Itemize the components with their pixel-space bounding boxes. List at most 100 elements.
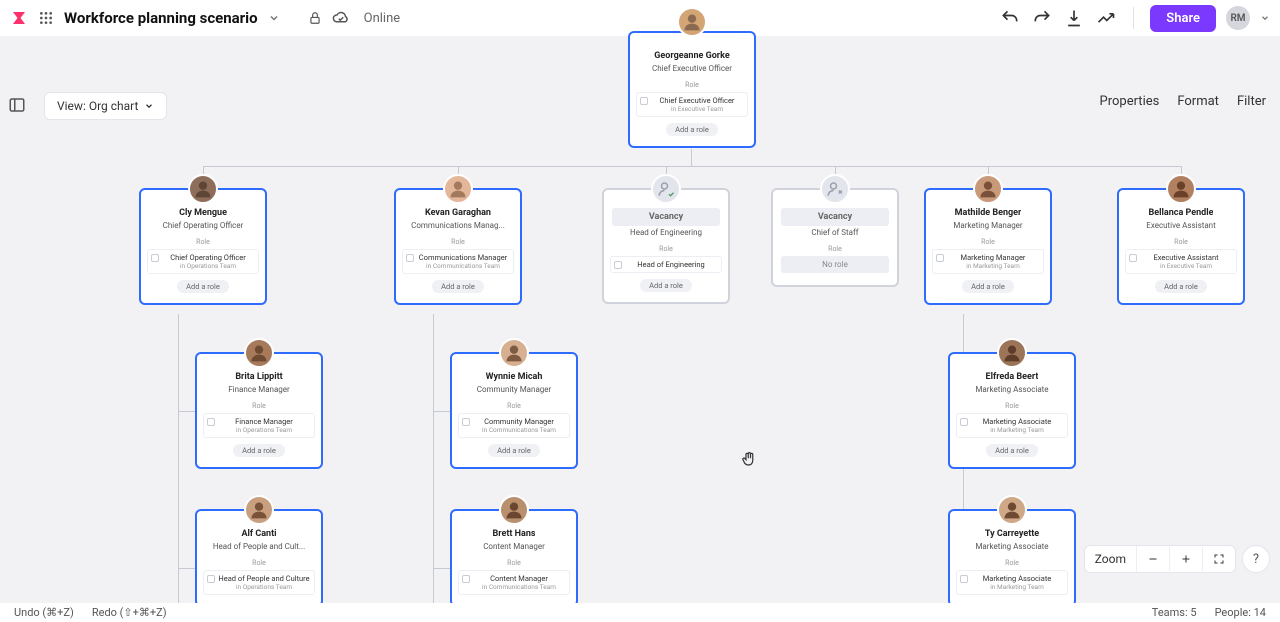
role-checkbox[interactable]	[462, 575, 470, 583]
filter-tab[interactable]: Filter	[1237, 94, 1266, 109]
vacancy-avatar-icon	[651, 174, 681, 204]
person-title: Head of Engineering	[630, 228, 702, 237]
role-checkbox[interactable]	[207, 575, 215, 583]
add-role-button[interactable]: Add a role	[640, 279, 692, 292]
org-chart-canvas[interactable]: View: Org chart Properties Format Filter…	[0, 36, 1280, 603]
role-heading: Role	[252, 559, 266, 567]
person-title: Community Manager	[477, 385, 552, 394]
role-item[interactable]: Marketing Associate in Marketing Team	[956, 413, 1068, 438]
person-card-cly[interactable]: Cly Mengue Chief Operating Officer Role …	[139, 188, 267, 305]
role-name: Content Manager	[473, 574, 565, 583]
role-checkbox[interactable]	[960, 575, 968, 583]
role-item[interactable]: Communications Manager in Communications…	[402, 249, 514, 274]
avatar	[1166, 174, 1196, 204]
role-team: in Executive Team	[651, 105, 743, 113]
person-card-brett[interactable]: Brett Hans Content Manager Role Content …	[450, 509, 578, 607]
add-role-button[interactable]: Add a role	[488, 444, 540, 457]
role-checkbox[interactable]	[960, 418, 968, 426]
person-card-brita[interactable]: Brita Lippitt Finance Manager Role Finan…	[195, 352, 323, 469]
person-name: Alf Canti	[241, 529, 276, 539]
properties-tab[interactable]: Properties	[1100, 94, 1160, 109]
vacancy-label: Vacancy	[612, 212, 720, 222]
role-checkbox[interactable]	[406, 254, 414, 262]
connector	[203, 166, 1181, 167]
person-card-georgeanne[interactable]: Georgeanne Gorke Chief Executive Officer…	[628, 31, 756, 148]
vacancy-card-chief-of-staff[interactable]: Vacancy Chief of Staff Role No role	[771, 188, 899, 287]
share-button[interactable]: Share	[1150, 5, 1216, 32]
help-button[interactable]: ?	[1242, 545, 1270, 573]
person-title: Chief of Staff	[811, 228, 858, 237]
add-role-button[interactable]: Add a role	[233, 444, 285, 457]
person-card-wynnie[interactable]: Wynnie Micah Community Manager Role Comm…	[450, 352, 578, 469]
connector	[691, 149, 692, 166]
person-card-kevan[interactable]: Kevan Garaghan Communications Manag... R…	[394, 188, 522, 305]
zoom-out-button[interactable]	[1137, 547, 1170, 571]
document-title[interactable]: Workforce planning scenario	[64, 9, 258, 27]
role-item[interactable]: Finance Manager in Operations Team	[203, 413, 315, 438]
role-item[interactable]: Marketing Manager in Marketing Team	[932, 249, 1044, 274]
role-item[interactable]: Head of Engineering	[610, 256, 722, 273]
download-button[interactable]	[1063, 7, 1085, 29]
role-heading: Role	[1005, 402, 1019, 410]
person-card-bellanca[interactable]: Bellanca Pendle Executive Assistant Role…	[1117, 188, 1245, 305]
role-checkbox[interactable]	[207, 418, 215, 426]
user-avatar[interactable]: RM	[1226, 6, 1250, 30]
user-menu-chevron-icon[interactable]	[1260, 13, 1270, 23]
vacancy-avatar-icon	[820, 174, 850, 204]
role-item[interactable]: Marketing Associate in Marketing Team	[956, 570, 1068, 595]
person-card-ty[interactable]: Ty Carreyette Marketing Associate Role M…	[948, 509, 1076, 607]
role-team: in Marketing Team	[947, 262, 1039, 270]
chevron-down-icon	[144, 101, 154, 111]
trend-icon[interactable]	[1095, 7, 1117, 29]
chevron-down-icon[interactable]	[268, 12, 280, 24]
person-card-mathilde[interactable]: Mathilde Benger Marketing Manager Role M…	[924, 188, 1052, 305]
role-name: Community Manager	[473, 417, 565, 426]
role-item[interactable]: Chief Executive Officer in Executive Tea…	[636, 92, 748, 117]
undo-hint: Undo (⌘+Z)	[14, 606, 74, 619]
add-role-button[interactable]: Add a role	[962, 280, 1014, 293]
role-item[interactable]: Community Manager in Communications Team	[458, 413, 570, 438]
zoom-label[interactable]: Zoom	[1085, 546, 1137, 572]
role-checkbox[interactable]	[614, 261, 622, 269]
role-item[interactable]: Content Manager in Communications Team	[458, 570, 570, 595]
redo-button[interactable]	[1031, 7, 1053, 29]
fullscreen-button[interactable]	[1203, 547, 1235, 571]
role-team: in Operations Team	[218, 583, 310, 591]
role-heading: Role	[1005, 559, 1019, 567]
add-role-button[interactable]: Add a role	[177, 280, 229, 293]
role-heading: Role	[507, 402, 521, 410]
apps-grid-icon[interactable]	[38, 10, 54, 26]
status-bar: Undo (⌘+Z) Redo (⇧+⌘+Z) Teams: 5 People:…	[0, 603, 1280, 622]
add-role-button[interactable]: Add a role	[1155, 280, 1207, 293]
lock-icon[interactable]	[308, 11, 322, 25]
person-name: Bellanca Pendle	[1149, 208, 1214, 218]
undo-button[interactable]	[999, 7, 1021, 29]
view-selector[interactable]: View: Org chart	[44, 92, 167, 120]
vacancy-card-engineering[interactable]: Vacancy Head of Engineering Role Head of…	[602, 188, 730, 304]
add-role-button[interactable]: Add a role	[666, 123, 718, 136]
role-checkbox[interactable]	[1129, 254, 1137, 262]
role-name: Chief Executive Officer	[651, 96, 743, 105]
role-team: in Operations Team	[162, 262, 254, 270]
format-tab[interactable]: Format	[1177, 94, 1219, 109]
role-item[interactable]: Chief Operating Officer in Operations Te…	[147, 249, 259, 274]
role-checkbox[interactable]	[462, 418, 470, 426]
role-item[interactable]: Executive Assistant in Executive Team	[1125, 249, 1237, 274]
role-checkbox[interactable]	[151, 254, 159, 262]
add-role-button[interactable]: Add a role	[432, 280, 484, 293]
person-title: Head of People and Cult...	[213, 542, 305, 551]
avatar	[244, 338, 274, 368]
toggle-sidebar-button[interactable]	[8, 96, 28, 116]
role-checkbox[interactable]	[640, 97, 648, 105]
role-item[interactable]: Head of People and Culture in Operations…	[203, 570, 315, 595]
person-title: Chief Executive Officer	[652, 64, 732, 73]
person-card-alf[interactable]: Alf Canti Head of People and Cult... Rol…	[195, 509, 323, 607]
person-name: Ty Carreyette	[985, 529, 1039, 539]
person-title: Communications Manag...	[411, 221, 505, 230]
avatar	[188, 174, 218, 204]
person-card-elfreda[interactable]: Elfreda Beert Marketing Associate Role M…	[948, 352, 1076, 469]
avatar	[499, 495, 529, 525]
zoom-in-button[interactable]	[1170, 547, 1203, 571]
add-role-button[interactable]: Add a role	[986, 444, 1038, 457]
role-checkbox[interactable]	[936, 254, 944, 262]
